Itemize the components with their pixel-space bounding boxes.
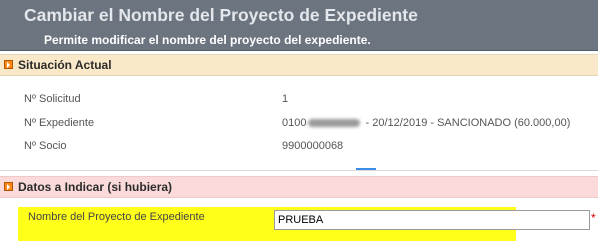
section-title: Datos a Indicar (si hubiera) xyxy=(18,180,173,194)
expediente-number-prefix: 0100 xyxy=(282,117,307,129)
divider-handle[interactable] xyxy=(356,168,376,170)
expand-arrow-icon[interactable] xyxy=(4,182,13,191)
socio-label: Nº Socio xyxy=(24,140,67,152)
expediente-value: 0100 - 20/12/2019 - SANCIONADO (60.000,0… xyxy=(282,117,570,129)
redacted-blur xyxy=(308,119,361,128)
page-subtitle: Permite modificar el nombre del proyecto… xyxy=(44,33,371,47)
expediente-label: Nº Expediente xyxy=(24,117,95,129)
required-marker: * xyxy=(591,211,596,225)
page-header: Cambiar el Nombre del Proyecto de Expedi… xyxy=(0,0,598,51)
expand-arrow-icon[interactable] xyxy=(4,60,13,69)
solicitud-value: 1 xyxy=(282,93,289,105)
nombre-proyecto-input[interactable] xyxy=(274,210,590,230)
socio-value: 9900000068 xyxy=(282,140,344,152)
section-situacion-actual[interactable]: Situación Actual xyxy=(0,54,598,76)
section-divider xyxy=(0,170,598,171)
nombre-proyecto-label: Nombre del Proyecto de Expediente xyxy=(28,211,205,223)
section-datos-a-indicar[interactable]: Datos a Indicar (si hubiera) xyxy=(0,176,598,198)
page-title: Cambiar el Nombre del Proyecto de Expedi… xyxy=(24,5,418,25)
section-title: Situación Actual xyxy=(18,58,112,72)
expediente-details: - 20/12/2019 - SANCIONADO (60.000,00) xyxy=(362,117,571,129)
solicitud-label: Nº Solicitud xyxy=(24,93,81,105)
